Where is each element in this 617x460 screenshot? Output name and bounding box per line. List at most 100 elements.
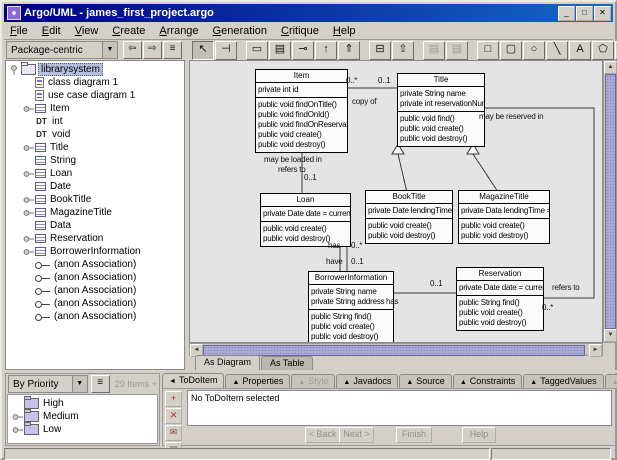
expand-handle-icon[interactable]: [23, 169, 35, 178]
tree-item[interactable]: Date: [6, 180, 184, 193]
tab-taggedvalues[interactable]: ▲TaggedValues: [523, 374, 603, 388]
uml-class-title[interactable]: Titleprivate String nameprivate int rese…: [397, 73, 485, 147]
uml-class-reservation[interactable]: Reservationprivate Date date = current d…: [456, 267, 544, 331]
operation[interactable]: public String find(): [309, 312, 393, 322]
expand-handle-icon[interactable]: [23, 247, 35, 256]
edge-label[interactable]: 0..*: [542, 303, 553, 312]
operation[interactable]: public void destroy(): [256, 140, 347, 150]
close-button[interactable]: ✕: [594, 6, 611, 21]
tree-item[interactable]: (anon Association): [6, 271, 184, 284]
expand-handle-icon[interactable]: [23, 195, 35, 204]
menu-arrange[interactable]: Arrange: [153, 24, 206, 38]
tree-item[interactable]: Item: [6, 102, 184, 115]
dependency-tool[interactable]: ↑: [315, 41, 337, 60]
edge-label[interactable]: 0..1: [378, 76, 391, 85]
tree-item[interactable]: Title: [6, 141, 184, 154]
menu-critique[interactable]: Critique: [275, 24, 327, 38]
select-tool[interactable]: ↖: [192, 41, 214, 60]
vertical-scrollbar[interactable]: ▲ ▼: [603, 60, 616, 343]
attribute[interactable]: private int reservationNumber: [398, 99, 484, 109]
association-tool[interactable]: ⊸: [292, 41, 314, 60]
operation[interactable]: public void create(): [261, 224, 350, 234]
uml-class-item[interactable]: Itemprivate int idpublic void findOnTitl…: [255, 69, 348, 153]
menu-view[interactable]: View: [69, 24, 107, 38]
attribute[interactable]: private String name: [309, 287, 393, 297]
tree-item[interactable]: (anon Association): [6, 284, 184, 297]
edge-label[interactable]: has: [328, 241, 340, 250]
menu-create[interactable]: Create: [106, 24, 153, 38]
tree-item[interactable]: use case diagram 1: [6, 89, 184, 102]
tree-item[interactable]: Low: [8, 423, 157, 436]
attribute[interactable]: private String address: [309, 297, 393, 307]
todo-filter-dropdown[interactable]: By Priority ▼: [8, 375, 88, 393]
collapse-handle-icon[interactable]: [9, 65, 21, 74]
expand-handle-icon[interactable]: [23, 234, 35, 243]
operation[interactable]: public void create(): [366, 221, 452, 231]
menu-edit[interactable]: Edit: [36, 24, 69, 38]
edge-label[interactable]: may be reserved in: [479, 112, 543, 121]
expand-handle-icon[interactable]: [23, 104, 35, 113]
class-tool[interactable]: ▤: [269, 41, 291, 60]
operation[interactable]: public String find(): [457, 298, 543, 308]
tab-as-diagram[interactable]: As Diagram: [195, 355, 260, 370]
new-todo-icon[interactable]: +: [165, 391, 182, 407]
circle-tool[interactable]: ○: [523, 41, 545, 60]
todo-order-button[interactable]: ≡: [91, 375, 110, 393]
operation[interactable]: public void findOnId(): [256, 110, 347, 120]
attribute[interactable]: private Date date = current date: [457, 283, 543, 293]
nav-forward-button[interactable]: ⇨: [143, 41, 162, 59]
edge-label[interactable]: has: [386, 297, 398, 306]
edge-label[interactable]: 0..*: [351, 241, 362, 250]
tree-order-button[interactable]: ≡: [163, 41, 182, 59]
uml-class-booktitle[interactable]: BookTitleprivate Date lendingTime = 30pu…: [365, 190, 453, 244]
operation[interactable]: public void find(): [398, 114, 484, 124]
tree-item[interactable]: DTvoid: [6, 128, 184, 141]
uml-class-loan[interactable]: Loanprivate Date date = current datepubl…: [260, 193, 351, 247]
tab-todoitem[interactable]: ◄ToDoItem: [162, 373, 224, 388]
scroll-up-icon[interactable]: ▲: [604, 61, 617, 74]
expand-handle-icon[interactable]: [23, 143, 35, 152]
attribute[interactable]: private Date date = current date: [261, 209, 350, 219]
titlebar[interactable]: Argo/UML - james_first_project.argo _□✕: [4, 4, 613, 22]
edge-label[interactable]: copy of: [352, 97, 376, 106]
menu-file[interactable]: File: [4, 24, 36, 38]
text-tool[interactable]: A: [569, 41, 591, 60]
vertical-scroll-thumb[interactable]: [605, 74, 616, 329]
operation[interactable]: public void findOnReservation(): [256, 120, 347, 130]
perspective-dropdown[interactable]: Package-centric ▼: [6, 41, 118, 59]
tree-item[interactable]: class diagram 1: [6, 76, 184, 89]
tree-item[interactable]: DTint: [6, 115, 184, 128]
rectangle-tool[interactable]: □: [477, 41, 499, 60]
operation[interactable]: public void create(): [459, 221, 549, 231]
edge-label[interactable]: 0..1: [351, 257, 364, 266]
scroll-right-icon[interactable]: ►: [589, 344, 602, 357]
edge-label[interactable]: 0..1: [430, 279, 443, 288]
scroll-down-icon[interactable]: ▼: [604, 329, 617, 342]
maximize-button[interactable]: □: [576, 6, 593, 21]
tree-item[interactable]: String: [6, 154, 184, 167]
attribute[interactable]: private String name: [398, 89, 484, 99]
tree-item[interactable]: (anon Association): [6, 258, 184, 271]
package-tool[interactable]: ▭: [246, 41, 268, 60]
operation[interactable]: public void create(): [256, 130, 347, 140]
attribute[interactable]: private Data lendingTime = 30: [459, 206, 549, 216]
minimize-button[interactable]: _: [558, 6, 575, 21]
tree-item[interactable]: BorrowerInformation: [6, 245, 184, 258]
menu-help[interactable]: Help: [327, 24, 364, 38]
operation[interactable]: public void destroy(): [366, 231, 452, 241]
operation[interactable]: public void destroy(): [309, 332, 393, 342]
realization-tool[interactable]: ⇧: [392, 41, 414, 60]
operation[interactable]: public void findOnTitle(): [256, 100, 347, 110]
tree-item[interactable]: MagazineTitle: [6, 206, 184, 219]
operation[interactable]: public void create(): [309, 322, 393, 332]
menu-generation[interactable]: Generation: [207, 24, 275, 38]
tree-item[interactable]: (anon Association): [6, 297, 184, 310]
attribute[interactable]: private int id: [256, 85, 347, 95]
rounded-rect-tool[interactable]: ▢: [500, 41, 522, 60]
expand-handle-icon[interactable]: [12, 412, 24, 421]
operation[interactable]: public void create(): [398, 124, 484, 134]
attribute[interactable]: private Date lendingTime = 30: [366, 206, 452, 216]
line-tool[interactable]: ╲: [546, 41, 568, 60]
polygon-tool[interactable]: ⬠: [592, 41, 614, 60]
nav-back-button[interactable]: ⇦: [123, 41, 142, 59]
